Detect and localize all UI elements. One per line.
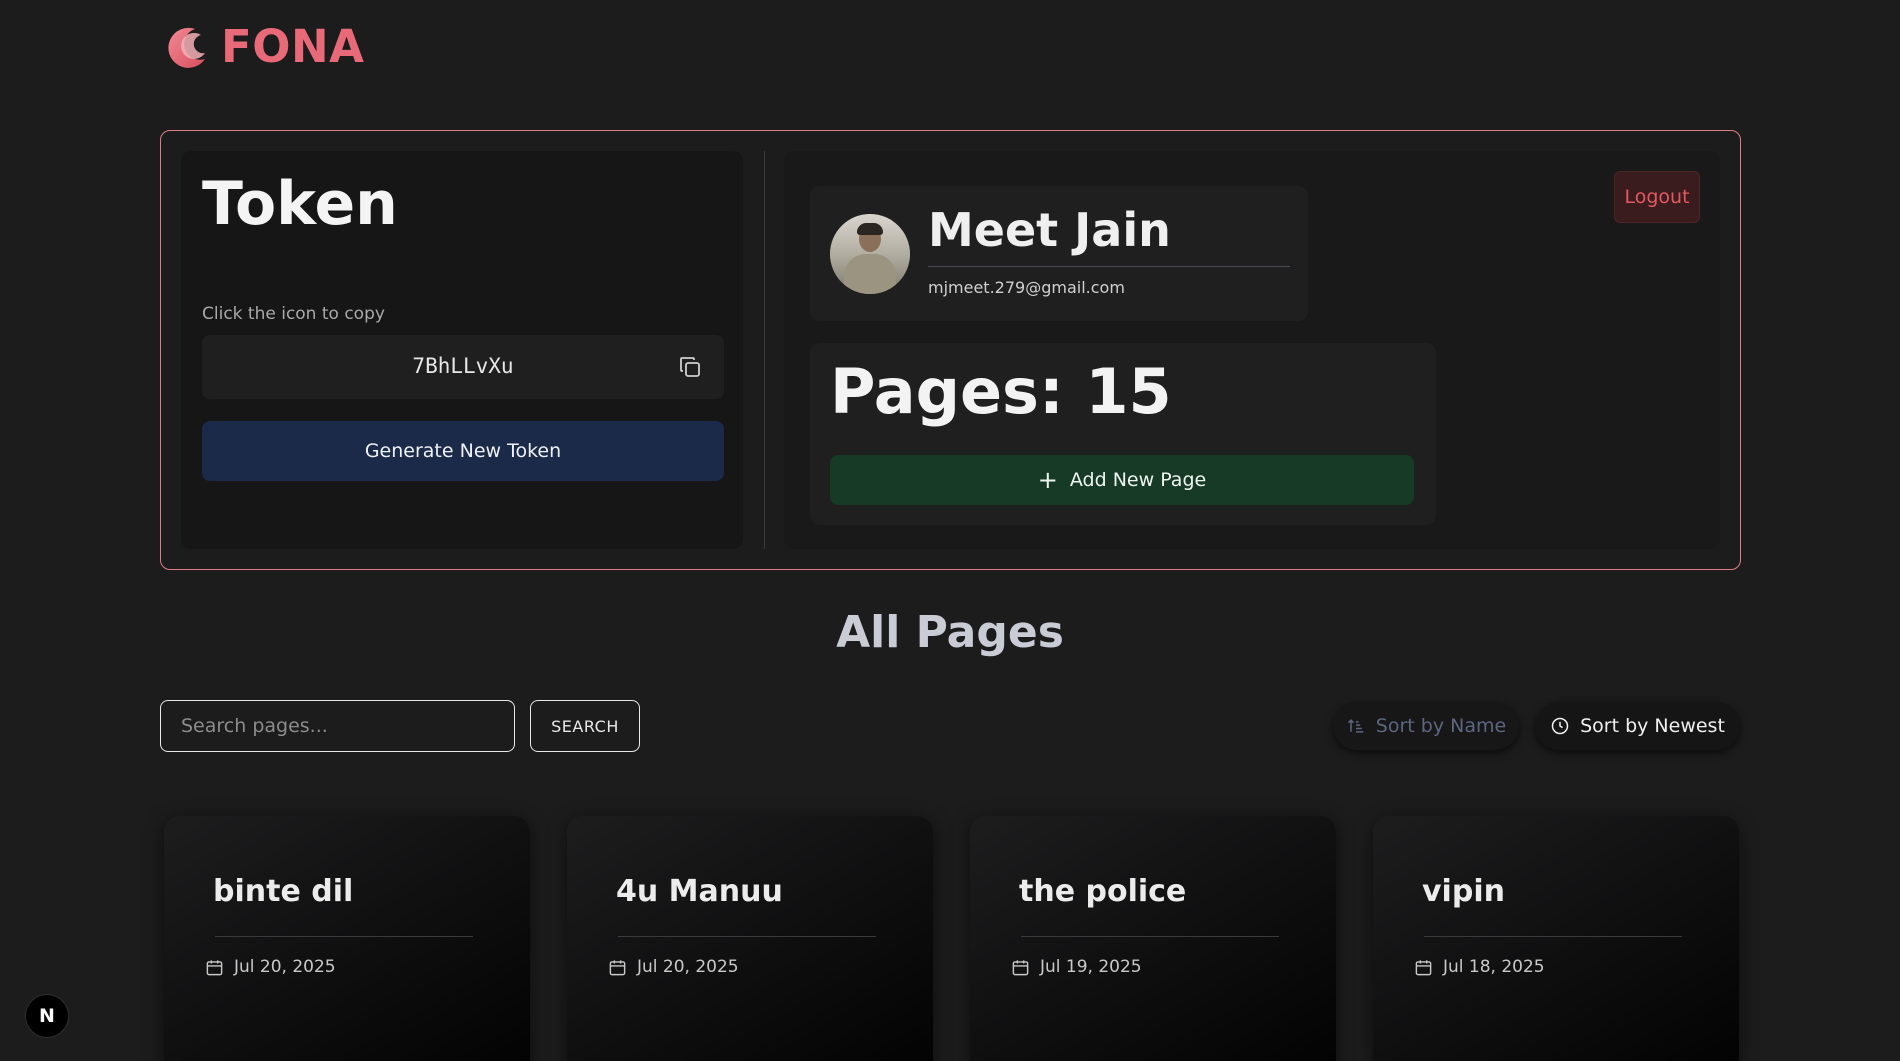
user-divider [928, 266, 1290, 267]
page-cards: binte dil Jul 20, 2025 4u Manuu Jul 20, … [164, 816, 1740, 1061]
profile-section: Meet Jain mjmeet.279@gmail.com Logout Pa… [784, 151, 1720, 549]
add-new-page-label: Add New Page [1069, 469, 1207, 491]
page-card-title: 4u Manuu [616, 874, 783, 909]
logout-button[interactable]: Logout [1614, 171, 1700, 223]
copy-icon[interactable] [678, 355, 702, 379]
page-card[interactable]: vipin Jul 18, 2025 [1373, 816, 1739, 1061]
sort-by-newest-label: Sort by Newest [1580, 715, 1725, 737]
page-card[interactable]: 4u Manuu Jul 20, 2025 [567, 816, 933, 1061]
copy-hint: Click the icon to copy [202, 304, 385, 324]
search-input[interactable] [160, 700, 515, 752]
page-card-divider [1021, 936, 1279, 937]
sort-by-name-button[interactable]: Sort by Name [1333, 702, 1519, 750]
calendar-icon [1415, 959, 1432, 975]
page-card-divider [1424, 936, 1682, 937]
clock-icon [1551, 717, 1569, 735]
page-card-date: Jul 20, 2025 [205, 957, 336, 977]
panel-divider [764, 151, 765, 549]
page-card-date-text: Jul 18, 2025 [1443, 957, 1545, 977]
plus-icon: + [1037, 466, 1058, 494]
page-card-title: binte dil [213, 874, 354, 909]
dev-tools-badge[interactable]: N [25, 994, 69, 1038]
calendar-icon [206, 959, 223, 975]
pages-count: Pages: 15 [830, 355, 1172, 428]
avatar-body [844, 254, 896, 294]
pages-card: Pages: 15 + Add New Page [810, 343, 1436, 525]
avatar[interactable] [830, 214, 910, 294]
calendar-icon [1012, 959, 1029, 975]
token-value: 7BhLLvXu [412, 354, 514, 378]
sort-by-name-label: Sort by Name [1375, 715, 1507, 737]
user-card: Meet Jain mjmeet.279@gmail.com [810, 186, 1308, 321]
page-card-date-text: Jul 19, 2025 [1040, 957, 1142, 977]
page-card-date-text: Jul 20, 2025 [234, 957, 336, 977]
page-card[interactable]: the police Jul 19, 2025 [970, 816, 1336, 1061]
sort-by-newest-button[interactable]: Sort by Newest [1535, 702, 1740, 750]
add-new-page-button[interactable]: + Add New Page [830, 455, 1414, 505]
page-card-date: Jul 19, 2025 [1011, 957, 1142, 977]
page-card-title: vipin [1422, 874, 1505, 909]
generate-token-button[interactable]: Generate New Token [202, 421, 724, 481]
page-card-date: Jul 18, 2025 [1414, 957, 1545, 977]
user-name: Meet Jain [928, 203, 1171, 257]
page-card-date: Jul 20, 2025 [608, 957, 739, 977]
page-card-date-text: Jul 20, 2025 [637, 957, 739, 977]
token-title: Token [202, 169, 398, 239]
brand-logo[interactable]: FONA [161, 20, 364, 73]
token-section: Token Click the icon to copy 7BhLLvXu Ge… [181, 151, 743, 549]
token-field: 7BhLLvXu [202, 335, 724, 399]
calendar-icon [609, 959, 626, 975]
user-email: mjmeet.279@gmail.com [928, 278, 1125, 297]
sort-ascending-icon [1347, 719, 1364, 733]
search-button[interactable]: SEARCH [530, 700, 640, 752]
dashboard-panel: Token Click the icon to copy 7BhLLvXu Ge… [160, 130, 1741, 570]
page-card[interactable]: binte dil Jul 20, 2025 [164, 816, 530, 1061]
brand-name: FONA [221, 20, 365, 73]
page-card-divider [618, 936, 876, 937]
crescent-logo-icon [168, 27, 205, 68]
avatar-hair [857, 223, 883, 235]
all-pages-title: All Pages [836, 607, 1064, 658]
page-card-divider [215, 936, 473, 937]
page-card-title: the police [1019, 874, 1187, 909]
